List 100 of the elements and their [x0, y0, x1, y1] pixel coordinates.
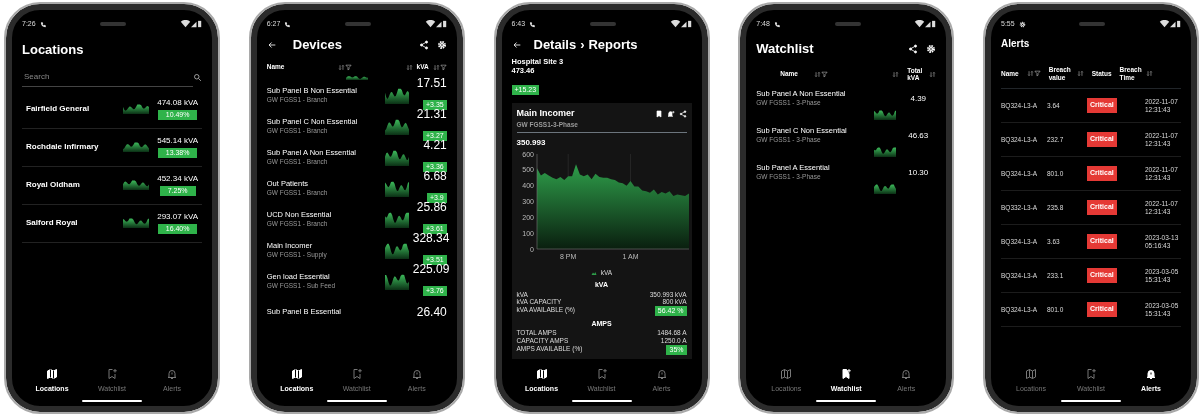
- search-icon[interactable]: [193, 72, 202, 82]
- bell-icon: [166, 367, 178, 380]
- bell-icon: [900, 367, 913, 380]
- sparkline: [123, 104, 150, 114]
- sparkline: [123, 142, 150, 152]
- sparkline: [874, 184, 897, 194]
- kva-reading: 452.34 kVA: [157, 173, 198, 185]
- map-icon: [1025, 367, 1037, 380]
- sparkline: [874, 110, 897, 120]
- bell-plus-icon[interactable]: [666, 110, 675, 118]
- current-reading: 350.993: [516, 137, 547, 150]
- settings-icon: [1018, 20, 1026, 28]
- share-icon[interactable]: [418, 40, 429, 50]
- back-icon[interactable]: [266, 40, 277, 50]
- sparkline: [384, 273, 409, 290]
- filter-icon[interactable]: [820, 70, 828, 78]
- search-field[interactable]: Search: [22, 67, 193, 87]
- share-icon[interactable]: [678, 110, 687, 118]
- bell-icon: [655, 367, 668, 380]
- kva-value: 25.86: [415, 200, 447, 215]
- legend-swatch-icon: [590, 270, 597, 277]
- back-icon[interactable]: [511, 40, 522, 50]
- kva-value: 4.21: [422, 138, 447, 153]
- bookmark-icon[interactable]: [654, 110, 663, 118]
- bookmark-plus-icon: [1085, 367, 1097, 380]
- call-icon: [529, 20, 537, 28]
- sort-icon[interactable]: [1145, 70, 1153, 77]
- call-icon: [39, 20, 47, 28]
- breadcrumb-separator: ›: [580, 36, 585, 55]
- sparkline: [123, 218, 150, 228]
- home-indicator: [326, 400, 387, 402]
- screen-title: Watchlist: [756, 40, 815, 59]
- status-icons-drawing: [1159, 20, 1181, 28]
- kva-value: 10.30: [907, 167, 930, 178]
- filter-icon[interactable]: [345, 63, 353, 71]
- location-name: Royal Oldham: [26, 179, 81, 191]
- sparkline: [123, 180, 150, 190]
- speaker-notch: [834, 22, 861, 26]
- sparkline: [384, 87, 409, 104]
- home-indicator: [571, 400, 632, 402]
- map-icon: [780, 367, 793, 380]
- sparkline: [384, 149, 409, 166]
- sparkline: [384, 118, 409, 135]
- sort-icon[interactable]: [1076, 70, 1084, 77]
- screen-title: Devices: [292, 36, 343, 55]
- sort-icon[interactable]: [432, 63, 440, 71]
- bookmark-plus-icon: [595, 367, 608, 380]
- screen-title: Locations: [22, 41, 85, 59]
- map-icon: [290, 367, 303, 380]
- kva-reading: 474.08 kVA: [157, 97, 198, 109]
- settings-icon[interactable]: [436, 40, 447, 50]
- location-name: Rochdale Infirmary: [26, 141, 100, 153]
- sparkline: [384, 242, 409, 259]
- sort-icon[interactable]: [1026, 70, 1034, 77]
- sort-icon[interactable]: [338, 63, 346, 71]
- sort-icon[interactable]: [813, 70, 821, 78]
- speaker-notch: [345, 22, 372, 26]
- status-icons-drawing: [424, 20, 447, 28]
- home-indicator: [1061, 400, 1121, 402]
- kva-value: 26.40: [415, 305, 447, 320]
- status-icons-drawing: [669, 20, 692, 28]
- share-icon[interactable]: [908, 44, 919, 54]
- kva-value: 225.09: [412, 262, 447, 277]
- speaker-notch: [1079, 22, 1106, 26]
- sparkline: [345, 76, 368, 80]
- sort-icon[interactable]: [892, 70, 900, 78]
- map-icon: [46, 367, 58, 380]
- settings-icon[interactable]: [926, 44, 937, 54]
- call-icon: [773, 20, 781, 28]
- status-icons-drawing: [180, 20, 202, 28]
- screen-title: Reports: [588, 36, 638, 55]
- kva-value: 328.34: [412, 231, 447, 246]
- kva-value: 4.39: [909, 93, 928, 104]
- sort-icon[interactable]: [929, 70, 937, 78]
- kva-value: 46.63: [907, 130, 930, 141]
- sort-icon[interactable]: [405, 63, 413, 71]
- filter-icon[interactable]: [439, 63, 447, 71]
- status-icons-drawing: [914, 20, 937, 28]
- sparkline: [874, 147, 897, 157]
- breadcrumb-link[interactable]: Details: [533, 35, 577, 55]
- kva-reading: 293.07 kVA: [157, 211, 198, 223]
- sparkline: [384, 180, 409, 197]
- card-title: Main Incomer: [516, 107, 576, 121]
- bookmark-plus-icon: [840, 367, 853, 380]
- kva-reading: 545.14 kVA: [157, 135, 198, 147]
- home-indicator: [82, 400, 142, 402]
- kva-value: 6.68: [422, 169, 447, 184]
- home-indicator: [816, 400, 877, 402]
- bell-icon: [1145, 367, 1157, 380]
- location-name: Salford Royal: [26, 217, 79, 229]
- kva-value: 17.51: [415, 76, 447, 91]
- speaker-notch: [589, 22, 616, 26]
- location-name: Fairfield General: [26, 103, 91, 115]
- sparkline: [384, 211, 409, 228]
- bookmark-plus-icon: [350, 367, 363, 380]
- filter-icon[interactable]: [1033, 70, 1041, 77]
- map-icon: [535, 367, 548, 380]
- kva-value: 21.31: [415, 107, 447, 122]
- speaker-notch: [100, 22, 127, 26]
- call-icon: [284, 20, 292, 28]
